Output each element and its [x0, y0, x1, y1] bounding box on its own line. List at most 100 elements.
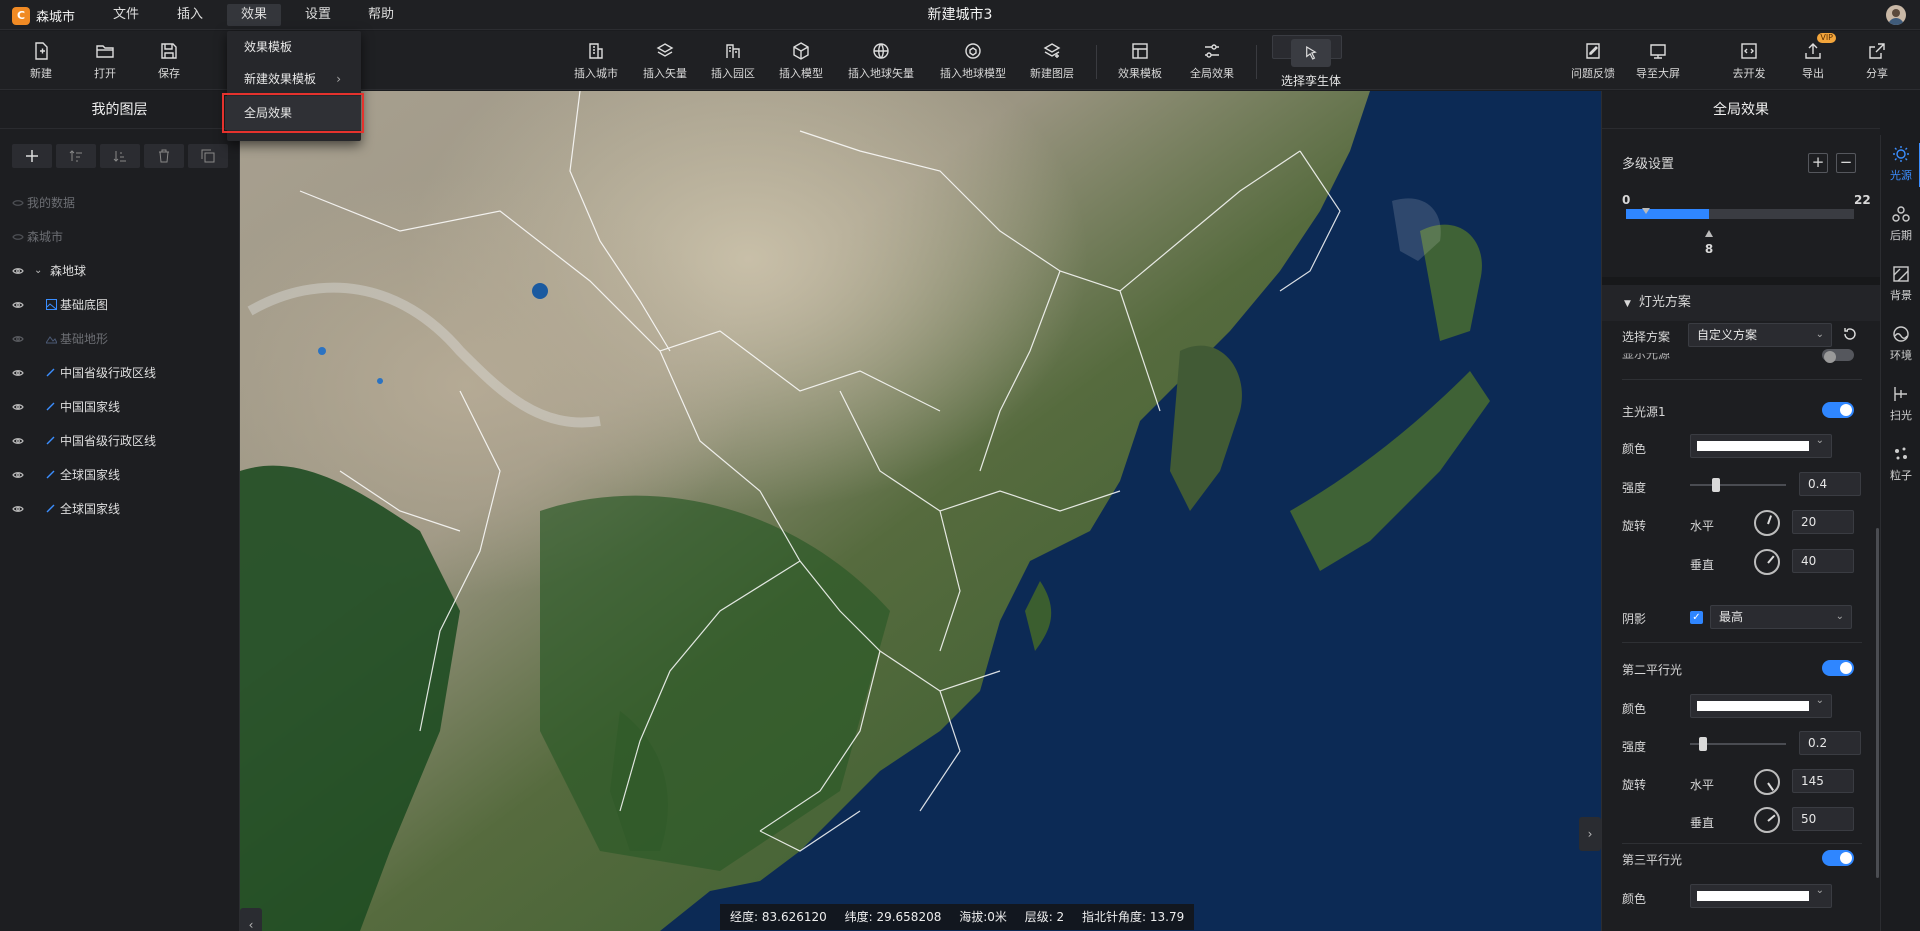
layer-item[interactable]: 全球国家线 [0, 458, 240, 492]
second-intensity-slider[interactable] [1690, 737, 1786, 751]
scheme-select[interactable]: 自定义方案 ⌄ [1688, 323, 1832, 347]
eye-icon[interactable] [12, 301, 24, 309]
eye-icon[interactable] [12, 233, 24, 241]
delete-layer-button[interactable] [144, 144, 184, 168]
main-vertical-label: 垂直 [1690, 558, 1715, 572]
insert-model-button[interactable]: 插入模型 [766, 35, 836, 87]
show-light-toggle[interactable] [1822, 349, 1854, 363]
add-layer-button[interactable] [12, 144, 52, 168]
move-up-button[interactable] [56, 144, 96, 168]
eye-icon[interactable] [12, 471, 24, 479]
slider-thumb[interactable] [1712, 478, 1720, 492]
main-horizontal-input[interactable]: 20 [1792, 510, 1854, 534]
menu-file[interactable]: 文件 [108, 0, 144, 30]
menu-effect[interactable]: 效果 [227, 4, 281, 26]
menu-item-global-effect[interactable]: 全局效果 [222, 93, 364, 133]
layer-item[interactable]: 中国省级行政区线 [0, 356, 240, 390]
tab-light[interactable]: 光源 [1881, 135, 1920, 195]
insert-earth-vector-button[interactable]: 插入地球矢量 [846, 35, 916, 87]
insert-park-button[interactable]: 插入园区 [698, 35, 768, 87]
tab-post[interactable]: 后期 [1881, 195, 1920, 255]
layer-item[interactable]: ⌄ 森地球 [0, 254, 240, 288]
range-current-marker[interactable] [1704, 230, 1713, 237]
level-range-fill [1626, 209, 1709, 219]
effect-template-button[interactable]: 效果模板 [1105, 35, 1175, 87]
second-vertical-dial[interactable] [1754, 807, 1780, 833]
user-avatar[interactable] [1886, 5, 1906, 25]
slider-thumb[interactable] [1699, 737, 1707, 751]
menu-item-effect-template[interactable]: 效果模板 [227, 33, 361, 61]
eye-icon[interactable] [12, 369, 24, 377]
select-twin-button[interactable]: 选择孪生体 [1272, 35, 1342, 88]
eye-icon[interactable] [12, 335, 24, 343]
to-bigscreen-button[interactable]: 导至大屏 [1623, 35, 1693, 87]
eye-icon[interactable] [12, 403, 24, 411]
main-color-picker[interactable]: ⌄ [1690, 434, 1832, 458]
to-dev-button[interactable]: 去开发 [1714, 35, 1784, 87]
menu-item-new-effect-template[interactable]: 新建效果模板 › [227, 65, 361, 93]
insert-vector-button[interactable]: 插入矢量 [630, 35, 700, 87]
save-button[interactable]: 保存 [134, 35, 204, 87]
collapse-left-button[interactable]: ‹ [240, 908, 262, 931]
second-intensity-input[interactable]: 0.2 [1799, 731, 1861, 755]
new-button[interactable]: 新建 [6, 35, 76, 87]
move-down-button[interactable] [100, 144, 140, 168]
add-level-button[interactable]: + [1808, 153, 1828, 173]
remove-level-button[interactable]: − [1836, 153, 1856, 173]
collapse-right-button[interactable]: › [1579, 817, 1601, 851]
global-effect-button[interactable]: 全局效果 [1177, 35, 1247, 87]
insert-city-button[interactable]: 插入城市 [561, 35, 631, 87]
insert-earth-model-button[interactable]: 插入地球模型 [937, 35, 1009, 87]
tab-background[interactable]: 背景 [1881, 255, 1920, 315]
copy-layer-button[interactable] [188, 144, 228, 168]
shadow-checkbox[interactable]: ✓ [1690, 611, 1703, 624]
eye-icon[interactable] [12, 267, 24, 275]
choose-scheme-label: 选择方案 [1622, 330, 1671, 344]
second-horizontal-input[interactable]: 145 [1792, 769, 1854, 793]
feedback-button[interactable]: 问题反馈 [1558, 35, 1628, 87]
level-range-track[interactable] [1626, 209, 1854, 219]
tab-environment[interactable]: 环境 [1881, 315, 1920, 375]
new-layer-button[interactable]: 新建图层 [1017, 35, 1087, 87]
eye-icon[interactable] [12, 437, 24, 445]
main-horizontal-dial[interactable] [1754, 510, 1780, 536]
main-intensity-slider[interactable] [1690, 478, 1786, 492]
chevron-down-icon[interactable]: ⌄ [34, 254, 42, 288]
line-icon [46, 436, 55, 445]
layer-item[interactable]: 中国省级行政区线 [0, 424, 240, 458]
tab-particles[interactable]: 粒子 [1881, 435, 1920, 495]
reset-scheme-button[interactable] [1842, 326, 1858, 342]
eye-icon[interactable] [12, 505, 24, 513]
layer-item[interactable]: 我的数据 [0, 186, 240, 220]
share-button[interactable]: 分享 [1842, 35, 1912, 87]
tab-sweep[interactable]: 扫光 [1881, 375, 1920, 435]
app-logo[interactable]: C 森城市 [12, 6, 75, 25]
menu-settings[interactable]: 设置 [300, 0, 336, 30]
range-current-value: 8 [1704, 242, 1714, 256]
second-light-toggle[interactable] [1822, 660, 1854, 676]
export-button[interactable]: VIP 导出 [1778, 33, 1848, 87]
second-horizontal-dial[interactable] [1754, 769, 1780, 795]
panel-scrollbar[interactable] [1876, 528, 1879, 878]
layer-item[interactable]: 全球国家线 [0, 492, 240, 526]
open-button[interactable]: 打开 [70, 35, 140, 87]
main-intensity-input[interactable]: 0.4 [1799, 472, 1861, 496]
main-vertical-dial[interactable] [1754, 549, 1780, 575]
range-start-marker[interactable] [1642, 208, 1650, 214]
main-vertical-input[interactable]: 40 [1792, 549, 1854, 573]
layer-item[interactable]: 基础地形 [0, 322, 240, 356]
map-viewport[interactable]: 3D ‹ › 经度: 83.626120 纬度: 29.658208 海拔:0米… [240, 91, 1601, 931]
second-color-picker[interactable]: ⌄ [1690, 694, 1832, 718]
layer-item[interactable]: 中国国家线 [0, 390, 240, 424]
lighting-scheme-header[interactable]: ▼ 灯光方案 [1602, 285, 1880, 321]
third-light-toggle[interactable] [1822, 850, 1854, 866]
layer-item[interactable]: 基础底图 [0, 288, 240, 322]
second-vertical-input[interactable]: 50 [1792, 807, 1854, 831]
layer-item[interactable]: 森城市 [0, 220, 240, 254]
main-light-toggle[interactable] [1822, 402, 1854, 418]
eye-icon[interactable] [12, 199, 24, 207]
third-color-picker[interactable]: ⌄ [1690, 884, 1832, 908]
shadow-quality-select[interactable]: 最高 ⌄ [1710, 605, 1852, 629]
menu-help[interactable]: 帮助 [363, 0, 399, 30]
menu-insert[interactable]: 插入 [172, 0, 208, 30]
